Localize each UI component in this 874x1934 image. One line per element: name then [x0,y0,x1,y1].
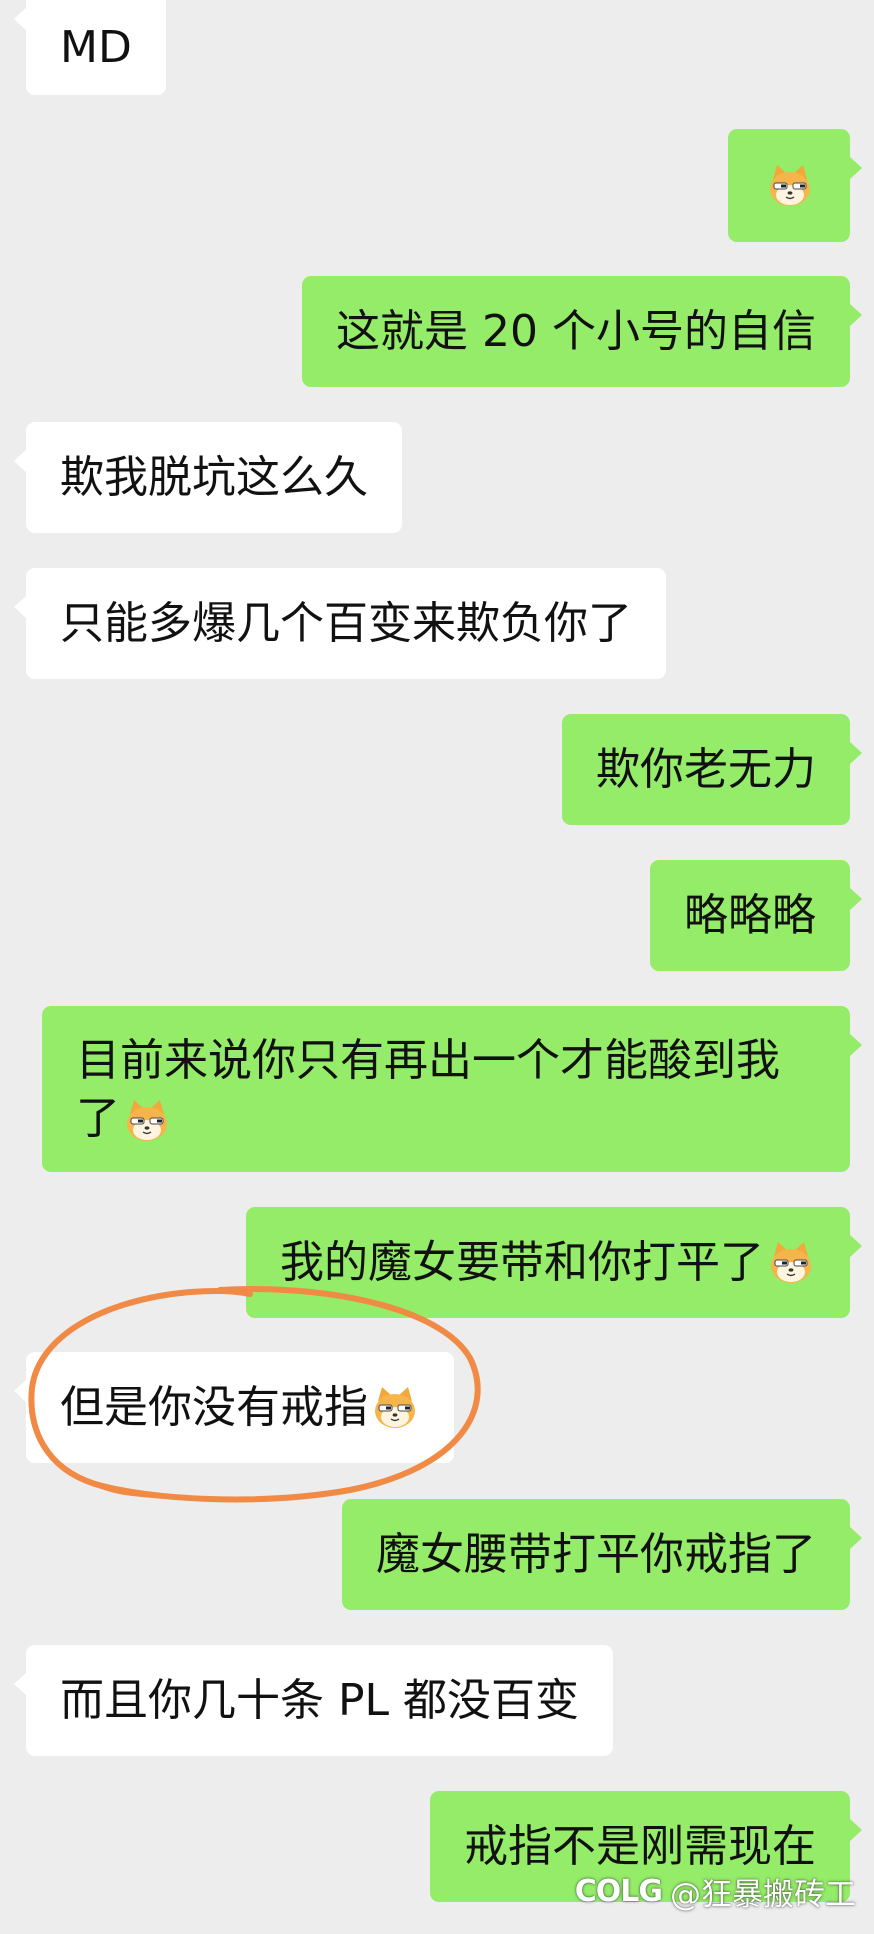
message-text: 我的魔女要带和你打平了 [280,1236,764,1288]
message-text: 欺你老无力 [596,743,816,795]
message-text: 而且你几十条 PL 都没百变 [60,1674,580,1726]
message-bubble-outgoing[interactable] [728,129,862,242]
message-bubble-incoming[interactable]: 只能多爆几个百变来欺负你了 [14,568,666,679]
message-text: 魔女腰带打平你戒指了 [376,1528,816,1580]
doge-emoji-icon [370,1383,420,1433]
message-text: MD [60,21,132,73]
doge-emoji-icon [766,1238,816,1288]
message-bubble-outgoing[interactable]: 这就是 20 个小号的自信 [302,276,862,387]
doge-emoji-icon [765,161,815,211]
message-bubble-outgoing[interactable]: 略略略 [650,860,862,971]
message-bubble-incoming[interactable]: 但是你没有戒指 [14,1352,454,1463]
watermark-text: @狂暴搬砖工 [670,1877,856,1913]
message-text: 但是你没有戒指 [60,1381,368,1433]
message-bubble-incoming[interactable]: MD [14,0,166,95]
message-bubble-outgoing[interactable]: 我的魔女要带和你打平了 [246,1207,862,1318]
message-bubble-outgoing[interactable]: 魔女腰带打平你戒指了 [342,1499,862,1610]
message-text: 只能多爆几个百变来欺负你了 [60,597,632,649]
message-bubble-outgoing[interactable]: 目前来说你只有再出一个才能酸到我了 [42,1006,862,1172]
message-text: 这就是 20 个小号的自信 [336,305,816,357]
message-text: 欺我脱坑这么久 [60,451,368,503]
message-bubble-incoming[interactable]: 欺我脱坑这么久 [14,422,402,533]
watermark: COLG @狂暴搬砖工 [575,1869,856,1914]
message-bubble-incoming[interactable]: 而且你几十条 PL 都没百变 [13,1645,614,1756]
colg-logo: COLG [574,1874,663,1909]
message-bubble-outgoing[interactable]: 欺你老无力 [562,714,862,825]
message-text: 略略略 [684,889,816,941]
message-text: 目前来说你只有再出一个才能酸到我了 [76,1035,780,1144]
doge-emoji-icon [122,1096,172,1146]
message-text: 戒指不是刚需现在 [464,1820,816,1872]
